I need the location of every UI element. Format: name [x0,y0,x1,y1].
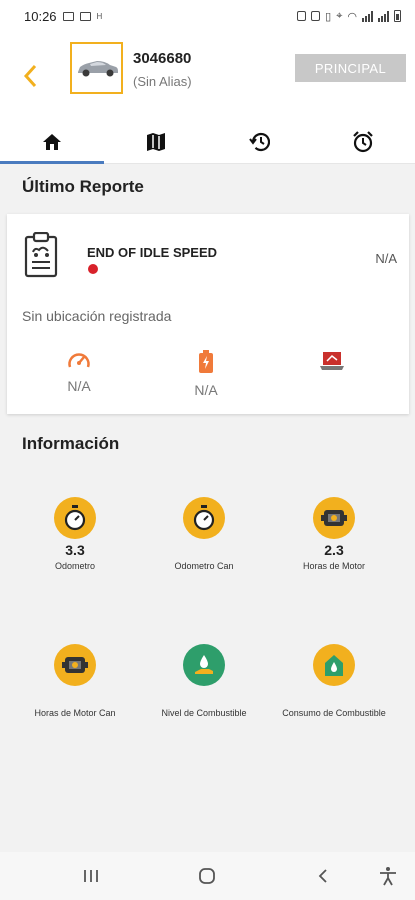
screen-cast-icon [62,11,74,21]
fuel-consumption-icon [313,644,355,686]
map-icon [146,132,165,151]
speedometer-icon [68,353,90,368]
info-nivel-combustible[interactable]: Nivel de Combustible [149,644,259,719]
chevron-left-icon [318,869,327,883]
laptop-icon [320,352,344,370]
info-label: Consumo de Combustible [282,708,386,718]
wifi-icon: ◠ [347,10,357,23]
last-report-title: Último Reporte [22,177,144,196]
info-consumo-combustible[interactable]: Consumo de Combustible [279,644,389,719]
history-icon [249,132,271,151]
info-label: Odometro Can [174,561,234,571]
vehicle-id: 3046680 [133,50,192,67]
stopwatch-icon [54,497,96,539]
status-icons: ▯ ⌖ ◠ [297,10,401,23]
system-back-button[interactable] [303,852,343,900]
tab-history[interactable] [208,120,312,163]
info-horas-motor-can[interactable]: Horas de Motor Can [20,644,130,719]
signal-icon [362,10,373,22]
tab-alarm[interactable] [311,120,415,163]
home-icon [42,133,61,150]
info-label: Horas de Motor [302,561,366,571]
system-nav-bar [0,852,415,900]
report-location: Sin ubicación registrada [22,308,172,324]
recent-apps-icon [84,870,98,882]
info-value: 2.3 [324,542,344,558]
car-icon [77,61,118,77]
report-status-dot [88,264,98,274]
information-title: Información [22,434,120,453]
device-metric [292,350,372,380]
battery-metric: N/A [166,350,246,398]
info-odometro[interactable]: 3.3 Odometro [20,497,130,572]
info-odometro-can[interactable]: Odometro Can [149,497,259,572]
info-label: Horas de Motor Can [34,708,116,718]
speed-value: N/A [67,378,91,394]
info-label: Nivel de Combustible [161,708,247,718]
battery-status-icon [394,10,401,22]
info-label: Odometro [54,561,96,571]
carrier-mark: H [96,11,103,21]
alarm-icon [311,11,321,21]
speed-metric: N/A [39,350,119,394]
battery-icon [199,350,213,373]
vehicle-thumbnail[interactable] [70,42,123,94]
status-bar: 10:26 H ▯ ⌖ ◠ [0,0,415,32]
signal-icon-2 [378,10,389,22]
accessibility-button[interactable] [368,852,408,900]
last-report-card: END OF IDLE SPEED N/A Sin ubicación regi… [7,214,409,414]
gallery-icon [79,11,91,21]
engine-icon [313,497,355,539]
home-button[interactable] [187,852,227,900]
lock-icon [297,11,307,21]
clipboard-report-icon [24,232,58,278]
vehicle-header: 3046680 (Sin Alias) PRINCIPAL [0,32,415,120]
info-horas-motor[interactable]: 2.3 Horas de Motor [279,497,389,572]
home-circle-icon [199,868,215,884]
engine-icon [54,644,96,686]
tab-map[interactable] [104,120,208,163]
back-button[interactable] [18,62,42,90]
stopwatch-icon [183,497,225,539]
battery-value: N/A [194,382,218,398]
info-value: 3.3 [65,542,85,558]
vehicle-alias: (Sin Alias) [133,74,192,89]
report-event: END OF IDLE SPEED [87,245,218,260]
report-value: N/A [375,251,397,266]
accessibility-icon [380,867,396,886]
principal-button[interactable]: PRINCIPAL [295,54,406,82]
tab-home[interactable] [0,120,104,164]
status-time: 10:26 [24,8,57,24]
vibrate-icon: ▯ [325,10,332,23]
tab-bar [0,120,415,164]
chevron-left-icon [23,64,37,88]
recent-apps-button[interactable] [71,852,111,900]
alarm-clock-icon [353,130,373,152]
location-icon: ⌖ [336,9,343,22]
fuel-level-icon [183,644,225,686]
